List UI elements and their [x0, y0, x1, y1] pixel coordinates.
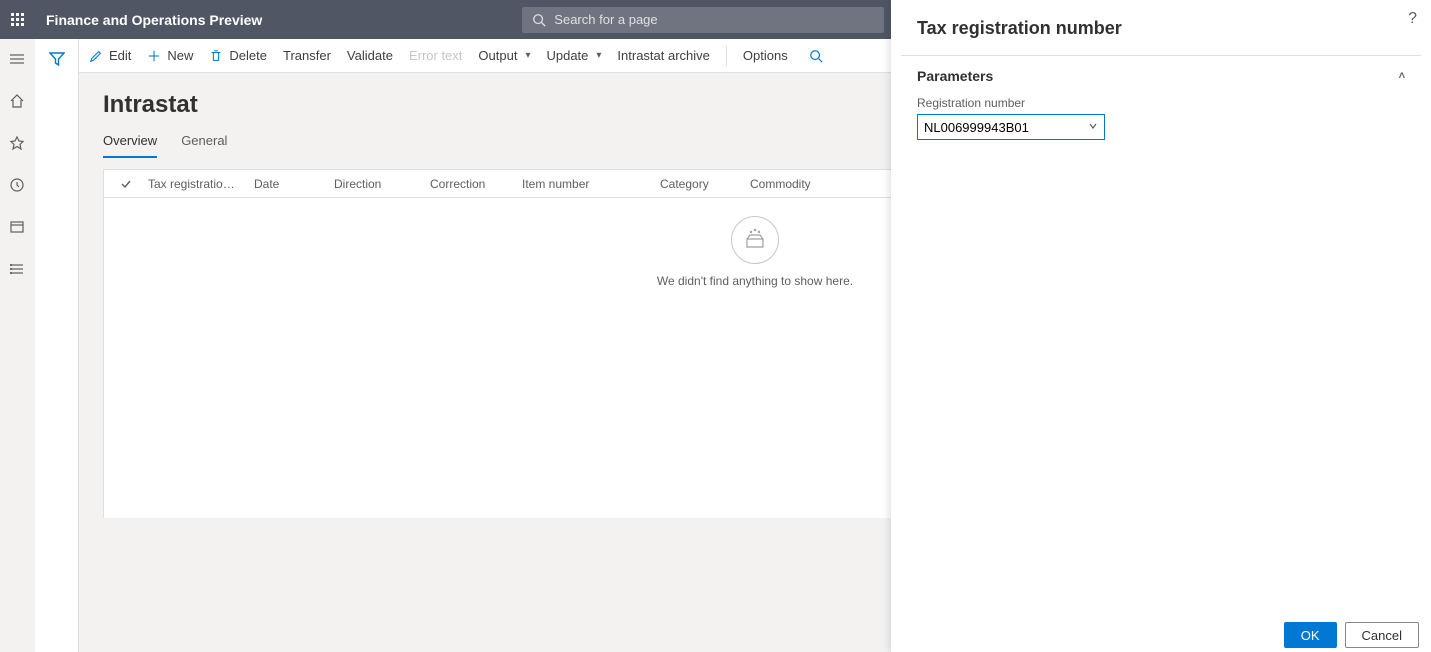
nav-modules-icon[interactable]	[7, 259, 27, 279]
edit-label: Edit	[109, 48, 131, 63]
col-item-number[interactable]: Item number	[514, 177, 652, 191]
options-button[interactable]: Options	[743, 48, 788, 63]
select-all-checkbox[interactable]	[112, 178, 140, 190]
plus-icon	[147, 49, 161, 63]
section-title: Parameters	[917, 68, 993, 84]
error-text-button: Error text	[409, 48, 462, 63]
help-button[interactable]: ?	[1408, 10, 1417, 28]
validate-label: Validate	[347, 48, 393, 63]
error-text-label: Error text	[409, 48, 462, 63]
col-date[interactable]: Date	[246, 177, 326, 191]
new-button[interactable]: New	[147, 48, 193, 63]
transfer-button[interactable]: Transfer	[283, 48, 331, 63]
section-parameters: Parameters ˄ Registration number	[901, 55, 1421, 148]
nav-favorites-icon[interactable]	[7, 133, 27, 153]
check-icon	[120, 178, 132, 190]
output-menu[interactable]: Output ▾	[478, 48, 530, 63]
validate-button[interactable]: Validate	[347, 48, 393, 63]
edit-button[interactable]: Edit	[89, 48, 131, 63]
nav-hamburger-icon[interactable]	[7, 49, 27, 69]
archive-label: Intrastat archive	[617, 48, 710, 63]
output-label: Output	[478, 48, 517, 63]
nav-workspaces-icon[interactable]	[7, 217, 27, 237]
filter-icon	[49, 51, 65, 67]
separator	[726, 46, 727, 66]
chevron-down-icon: ▾	[596, 50, 601, 61]
col-correction[interactable]: Correction	[422, 177, 514, 191]
app-launcher-icon[interactable]	[0, 0, 36, 39]
col-direction[interactable]: Direction	[326, 177, 422, 191]
app-title: Finance and Operations Preview	[36, 12, 262, 28]
col-commodity[interactable]: Commodity	[742, 177, 852, 191]
delete-button[interactable]: Delete	[209, 48, 267, 63]
options-label: Options	[743, 48, 788, 63]
cancel-button[interactable]: Cancel	[1345, 622, 1419, 648]
delete-label: Delete	[229, 48, 267, 63]
field-label-registration-number: Registration number	[917, 96, 1405, 110]
update-menu[interactable]: Update ▾	[546, 48, 601, 63]
tab-overview[interactable]: Overview	[103, 133, 157, 158]
empty-box-icon	[731, 216, 779, 264]
intrastat-archive-button[interactable]: Intrastat archive	[617, 48, 710, 63]
update-label: Update	[546, 48, 588, 63]
find-button[interactable]	[804, 44, 828, 68]
search-icon	[809, 49, 823, 63]
tab-general[interactable]: General	[181, 133, 227, 158]
filter-pane-toggle[interactable]	[35, 39, 79, 652]
dialog-tax-registration-number: ? Tax registration number Parameters ˄ R…	[891, 0, 1431, 652]
new-label: New	[167, 48, 193, 63]
transfer-label: Transfer	[283, 48, 331, 63]
nav-recent-icon[interactable]	[7, 175, 27, 195]
registration-number-input[interactable]	[917, 114, 1105, 140]
dialog-footer: OK Cancel	[891, 612, 1431, 652]
nav-home-icon[interactable]	[7, 91, 27, 111]
search-placeholder: Search for a page	[554, 12, 657, 27]
nav-rail	[0, 39, 35, 652]
col-tax-registration[interactable]: Tax registration num...	[140, 177, 246, 191]
ok-button[interactable]: OK	[1284, 622, 1337, 648]
registration-number-combobox[interactable]	[917, 114, 1105, 140]
section-header-parameters[interactable]: Parameters ˄	[901, 56, 1421, 88]
empty-message: We didn't find anything to show here.	[657, 274, 853, 288]
pencil-icon	[89, 49, 103, 63]
chevron-down-icon: ▾	[525, 50, 530, 61]
global-search[interactable]: Search for a page	[522, 7, 884, 33]
dialog-title: Tax registration number	[891, 0, 1431, 55]
trash-icon	[209, 49, 223, 63]
chevron-up-icon: ˄	[1399, 70, 1405, 82]
search-icon	[532, 13, 546, 27]
col-category[interactable]: Category	[652, 177, 742, 191]
